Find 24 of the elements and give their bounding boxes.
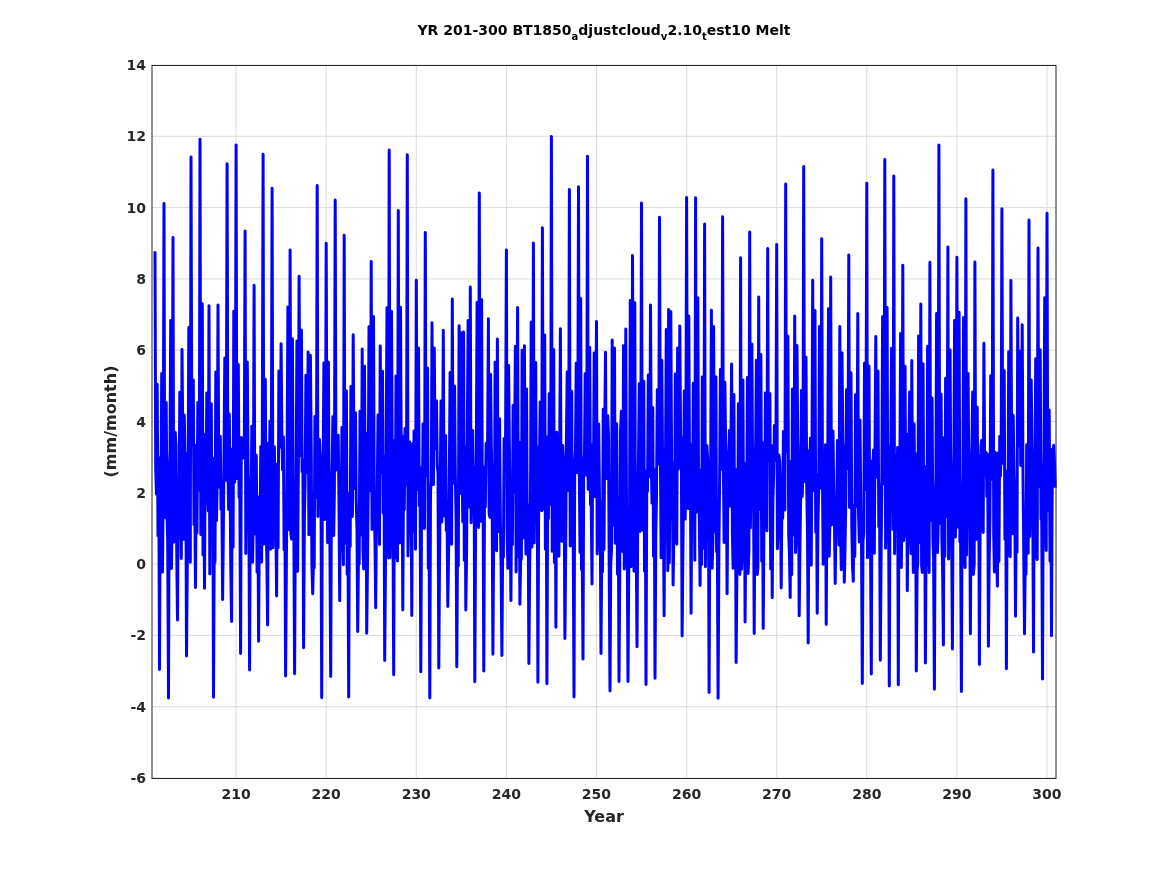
y-tick-label: 4 bbox=[136, 413, 146, 430]
chart-title: YR 201-300 BT1850$_{a}$djustcloud$_{v}$2.10$_{t}$est10 Melt bbox=[417, 22, 791, 44]
y-tick-label: 8 bbox=[136, 270, 146, 287]
y-tick-label: 0 bbox=[136, 556, 146, 573]
x-tick-label: 240 bbox=[491, 786, 521, 802]
x-tick-label: 220 bbox=[311, 786, 341, 802]
x-tick-label: 280 bbox=[852, 786, 882, 802]
y-tick-label: 14 bbox=[126, 57, 146, 73]
y-axis-label: (mm/month) bbox=[101, 365, 120, 478]
x-tick-label: 210 bbox=[221, 786, 251, 802]
y-tick-label: 2 bbox=[136, 484, 146, 501]
x-tick-label: 290 bbox=[942, 786, 972, 802]
x-tick-label: 260 bbox=[671, 786, 702, 802]
y-tick-label: -4 bbox=[130, 698, 146, 715]
y-tick-label: 12 bbox=[126, 128, 146, 145]
x-tick-label: 230 bbox=[401, 786, 431, 802]
y-tick-label: -2 bbox=[130, 627, 146, 644]
x-tick-label: 300 bbox=[1032, 786, 1062, 802]
y-tick-label: 6 bbox=[136, 342, 146, 359]
y-tick-label: -6 bbox=[130, 770, 146, 786]
y-tick-label: 10 bbox=[126, 199, 146, 216]
x-tick-label: 250 bbox=[581, 786, 612, 802]
x-axis-label: Year bbox=[584, 807, 624, 826]
x-tick-label: 270 bbox=[762, 786, 792, 802]
